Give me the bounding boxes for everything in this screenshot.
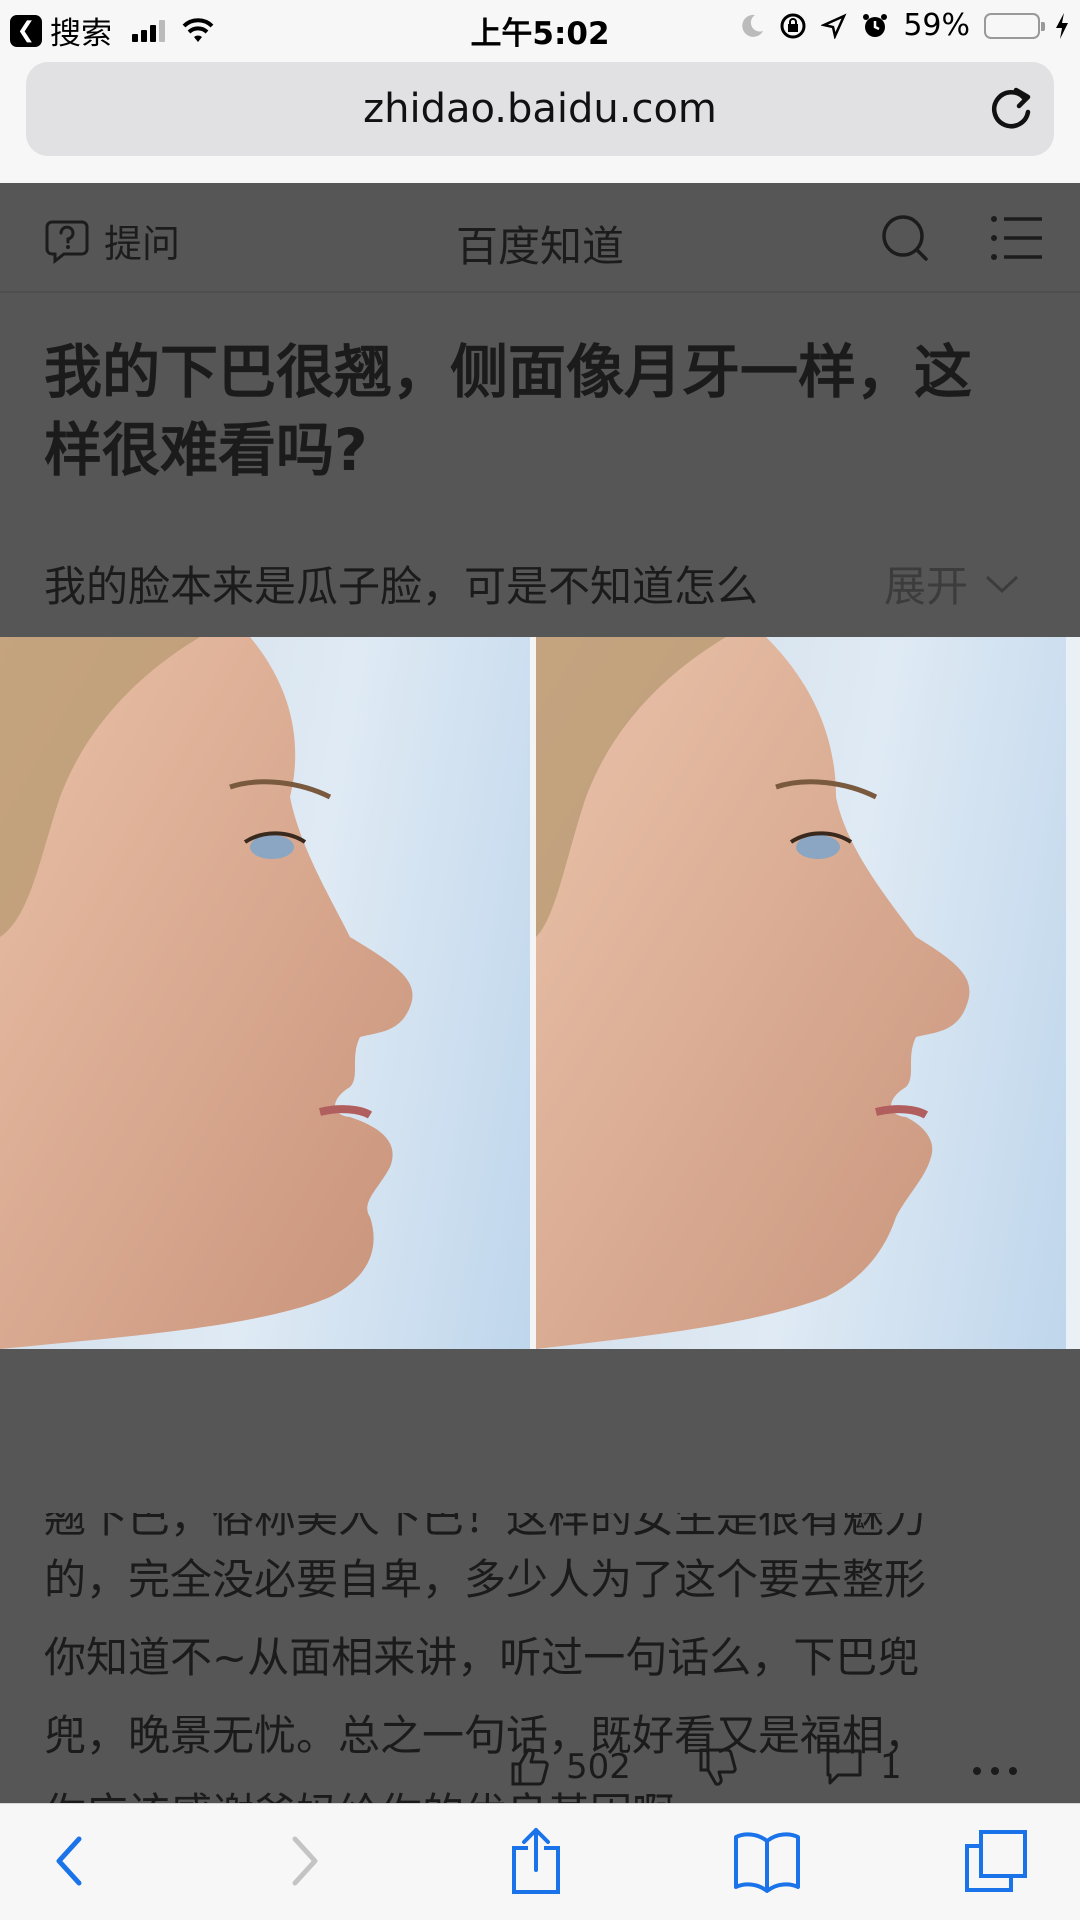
- tabs-icon: [965, 1830, 1027, 1892]
- question-description: 我的脸本来是瓜子脸，可是不知道怎么: [44, 562, 759, 611]
- answer-actions: 502 1: [0, 1743, 1080, 1803]
- address-bar[interactable]: zhidao.baidu.com: [26, 62, 1054, 156]
- battery-icon: [984, 12, 1045, 39]
- location-icon: [821, 13, 847, 39]
- like-button[interactable]: 502: [510, 1747, 631, 1787]
- status-bar: ❮ 搜索 上午5:02 59%: [0, 0, 1080, 54]
- reload-icon[interactable]: [986, 84, 1036, 134]
- thumbs-up-icon: [511, 1748, 549, 1786]
- comment-count: 1: [880, 1747, 902, 1787]
- url-text[interactable]: zhidao.baidu.com: [26, 86, 1054, 132]
- alarm-icon: [863, 13, 888, 37]
- comment-button[interactable]: 1: [824, 1747, 902, 1787]
- more-dots-icon: [973, 1767, 1017, 1775]
- tabs-button[interactable]: [956, 1826, 1036, 1896]
- share-button[interactable]: [496, 1826, 576, 1896]
- bookmarks-button[interactable]: [727, 1826, 807, 1896]
- browser-toolbar: [0, 1803, 1080, 1920]
- browser-address-area: zhidao.baidu.com: [0, 54, 1080, 183]
- status-right: 59%: [739, 8, 1070, 43]
- like-count: 502: [566, 1747, 631, 1787]
- answer-line: 翘下巴，俗称美人下巴！这样的女生是很有魅力: [44, 1513, 927, 1541]
- chevron-left-icon: [56, 1836, 82, 1886]
- face-profile-image[interactable]: [0, 637, 1080, 1349]
- search-icon[interactable]: [880, 213, 930, 263]
- face-profile-illustration: [536, 637, 970, 1349]
- chevron-right-icon: [292, 1836, 318, 1886]
- comment-icon: [826, 1749, 862, 1785]
- back-button[interactable]: [28, 1826, 108, 1896]
- rotation-lock-icon: [780, 13, 806, 38]
- battery-percent: 59%: [903, 8, 970, 43]
- moon-icon: [742, 14, 764, 37]
- more-button[interactable]: [972, 1747, 1018, 1787]
- dislike-button[interactable]: [698, 1747, 738, 1787]
- share-icon: [512, 1828, 560, 1894]
- face-profile-illustration: [0, 637, 413, 1349]
- charging-bolt-icon: [1056, 12, 1068, 39]
- chevron-down-icon: [985, 575, 1019, 593]
- answer-line: 的，完全没必要自卑，多少人为了这个要去整形: [44, 1555, 927, 1604]
- image-panel-after: [536, 637, 1066, 1349]
- expand-button[interactable]: 展开: [884, 553, 1020, 614]
- image-panel-before: [0, 637, 530, 1349]
- question-title: 我的下巴很翘，侧面像月牙一样，这样很难看吗?: [44, 338, 973, 484]
- menu-icon[interactable]: [990, 213, 1044, 263]
- site-header: 提问 百度知道: [0, 183, 1080, 293]
- expand-label: 展开: [884, 562, 969, 611]
- book-icon: [734, 1832, 800, 1893]
- forward-button[interactable]: [266, 1826, 346, 1896]
- answer-line: 你知道不~从面相来讲，听过一句话么，下巴兜: [44, 1633, 920, 1682]
- thumbs-down-icon: [699, 1748, 737, 1786]
